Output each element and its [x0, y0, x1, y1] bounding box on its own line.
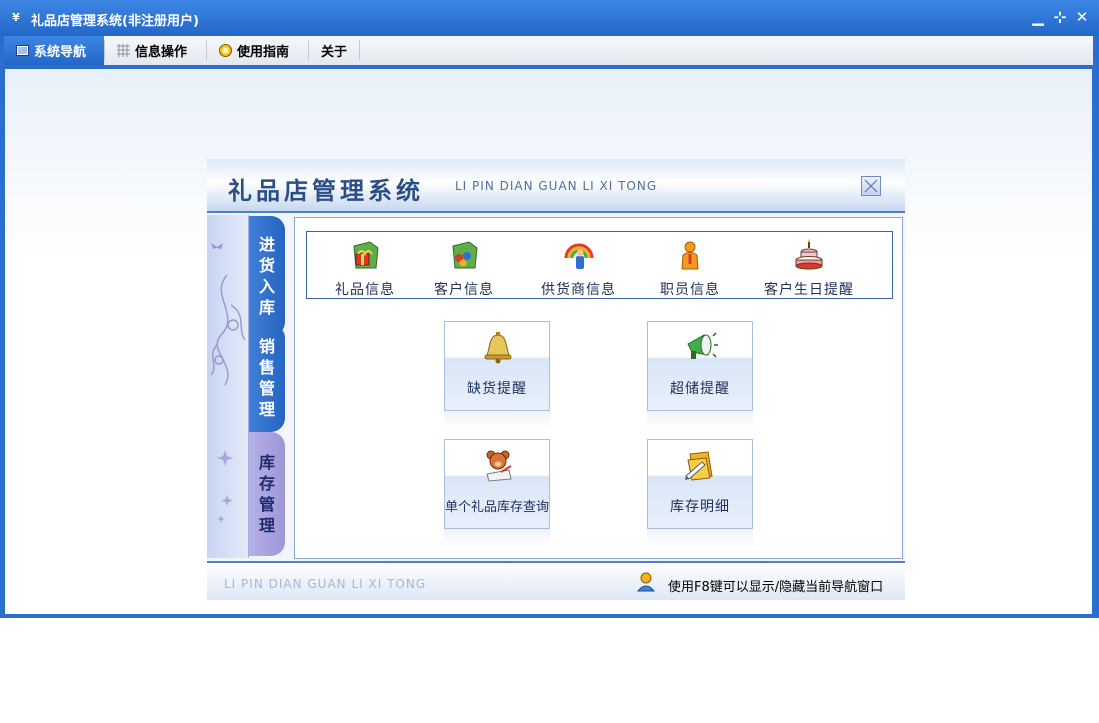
bell-icon	[484, 332, 512, 364]
tile-single-gift-stock-query[interactable]: 单个礼品库存查询	[444, 439, 550, 529]
tab-char: 销	[258, 337, 275, 356]
tab-char: 管	[258, 495, 275, 514]
tile-label: 缺货提醒	[467, 381, 527, 397]
minimize-button[interactable]: ▁	[1029, 8, 1047, 26]
tile-inventory-details[interactable]: 库存明细	[647, 439, 753, 529]
birthday-cake-icon	[795, 239, 823, 270]
shortcut-supplier-info[interactable]: 供货商信息	[541, 238, 616, 299]
tab-char: 货	[258, 256, 275, 275]
panel-content: 礼品信息 客户信息 供货商信息 职员信息 客户生日提醒 缺货提醒 超储提醒 单个…	[294, 217, 903, 559]
tab-inventory-management[interactable]: 库 存 管 理	[249, 432, 285, 556]
shortcut-label: 礼品信息	[335, 282, 395, 298]
customer-folder-icon	[452, 241, 478, 269]
shortcut-label: 客户生日提醒	[764, 282, 854, 298]
tab-sales-management[interactable]: 销 售 管 理	[249, 324, 285, 432]
tile-out-of-stock-alert[interactable]: 缺货提醒	[444, 321, 550, 411]
shortcut-label: 供货商信息	[541, 282, 616, 298]
title-bar[interactable]: ¥ 礼品店管理系统(非注册用户) ▁ ⊹ ✕	[0, 0, 1099, 36]
menu-info-operations[interactable]: 信息操作	[105, 36, 206, 65]
tab-char: 存	[258, 474, 275, 493]
tile-reflection	[647, 529, 753, 547]
restore-button[interactable]: ⊹	[1051, 8, 1069, 26]
tab-char: 库	[258, 453, 275, 472]
menu-user-guide[interactable]: 使用指南	[207, 36, 308, 65]
shortcut-label: 职员信息	[660, 282, 720, 298]
staff-icon	[681, 241, 699, 270]
close-button[interactable]: ✕	[1073, 8, 1091, 26]
tab-char: 管	[258, 379, 275, 398]
gift-folder-icon	[353, 241, 379, 269]
tile-overstock-alert[interactable]: 超储提醒	[647, 321, 753, 411]
tab-char: 售	[258, 358, 275, 377]
window-icon	[16, 45, 29, 56]
shortcut-staff-info[interactable]: 职员信息	[660, 238, 720, 299]
tab-char: 入	[258, 277, 275, 296]
menu-divider	[359, 40, 360, 61]
tile-label: 库存明细	[670, 499, 730, 515]
navigation-panel: 礼品店管理系统 LI PIN DIAN GUAN LI XI TONG 进 货 …	[207, 159, 905, 600]
user-hint-icon	[636, 572, 656, 592]
info-shortcuts-box: 礼品信息 客户信息 供货商信息 职员信息 客户生日提醒	[306, 231, 893, 299]
shortcut-label: 客户信息	[434, 282, 494, 298]
window-title: 礼品店管理系统(非注册用户)	[31, 14, 199, 29]
panel-title: 礼品店管理系统	[228, 177, 424, 205]
tab-purchase-stock-in[interactable]: 进 货 入 库	[249, 216, 285, 336]
supplier-icon	[564, 243, 593, 269]
app-logo-icon: ¥	[12, 11, 20, 24]
menu-bar: 系统导航 信息操作 使用指南 关于	[4, 36, 1093, 65]
tab-char: 进	[258, 235, 275, 254]
panel-header: 礼品店管理系统 LI PIN DIAN GUAN LI XI TONG	[207, 159, 905, 213]
shortcut-customer-info[interactable]: 客户信息	[434, 238, 494, 299]
help-circle-icon	[219, 44, 232, 57]
tile-reflection	[444, 411, 550, 429]
tile-label: 超储提醒	[670, 381, 730, 397]
teddy-bear-icon	[486, 450, 512, 482]
footer-pinyin-text: LI PIN DIAN GUAN LI XI TONG	[224, 577, 427, 591]
shortcut-customer-birthday[interactable]: 客户生日提醒	[764, 238, 854, 299]
floral-ornament-icon	[210, 243, 246, 523]
tab-char: 理	[258, 400, 275, 419]
decorative-side-strip	[207, 215, 249, 558]
footer-hint-text: 使用F8键可以显示/隐藏当前导航窗口	[668, 580, 884, 595]
menu-about[interactable]: 关于	[309, 36, 359, 65]
tile-reflection	[444, 529, 550, 547]
tile-label: 单个礼品库存查询	[445, 500, 550, 515]
menu-system-navigation[interactable]: 系统导航	[4, 36, 104, 65]
tab-char: 理	[258, 516, 275, 535]
megaphone-icon	[687, 332, 718, 359]
folder-pencil-icon	[685, 451, 713, 481]
grid-icon	[117, 44, 130, 57]
tab-char: 库	[258, 298, 275, 317]
close-icon	[864, 179, 878, 193]
panel-footer: LI PIN DIAN GUAN LI XI TONG 使用F8键可以显示/隐藏…	[207, 561, 905, 600]
menu-label: 系统导航	[34, 45, 87, 60]
menu-label: 使用指南	[237, 45, 290, 60]
panel-subtitle: LI PIN DIAN GUAN LI XI TONG	[455, 179, 658, 193]
menu-label: 信息操作	[135, 45, 188, 60]
tile-reflection	[647, 411, 753, 429]
menu-label: 关于	[321, 45, 348, 60]
shortcut-gift-info[interactable]: 礼品信息	[335, 238, 395, 299]
panel-close-button[interactable]	[861, 176, 881, 196]
